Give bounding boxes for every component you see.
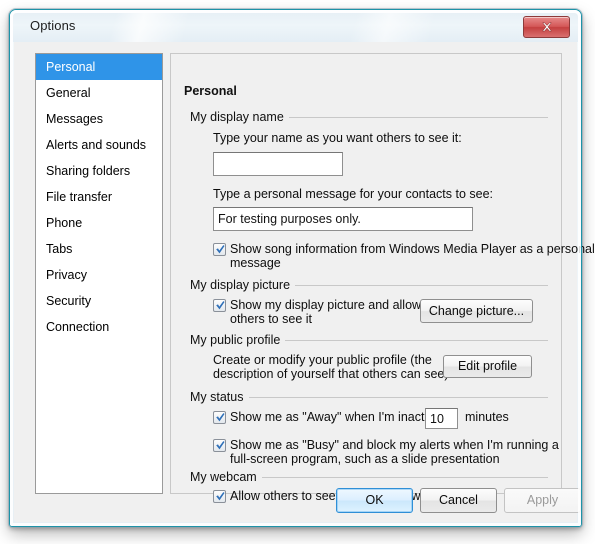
sidebar-item-messages[interactable]: Messages bbox=[36, 106, 162, 132]
sidebar-item-security[interactable]: Security bbox=[36, 288, 162, 314]
show-busy-label-line1: Show me as "Busy" and block my alerts wh… bbox=[230, 438, 559, 452]
group-title-my-display-picture: My display picture bbox=[190, 278, 296, 292]
sidebar-item-label: Phone bbox=[46, 216, 83, 230]
window-title: Options bbox=[30, 18, 76, 33]
sidebar-item-label: Tabs bbox=[46, 242, 73, 256]
apply-button: Apply bbox=[504, 488, 581, 513]
sidebar-item-general[interactable]: General bbox=[36, 80, 162, 106]
checkmark-icon bbox=[216, 245, 225, 254]
sidebar-item-phone[interactable]: Phone bbox=[36, 210, 162, 236]
sidebar-item-connection[interactable]: Connection bbox=[36, 314, 162, 340]
close-x-icon bbox=[541, 22, 552, 32]
personal-message-label: Type a personal message for your contact… bbox=[213, 187, 494, 201]
sidebar-item-label: Messages bbox=[46, 112, 103, 126]
sidebar-item-label: Security bbox=[46, 294, 92, 308]
public-profile-description-line1: Create or modify your public profile (th… bbox=[213, 353, 432, 367]
group-title-my-webcam: My webcam bbox=[190, 470, 262, 484]
show-display-picture-label-line1: Show my display picture and allow bbox=[230, 298, 422, 312]
checkmark-icon bbox=[216, 413, 225, 422]
title-bar[interactable]: Options bbox=[13, 13, 578, 42]
group-title-my-status: My status bbox=[190, 390, 249, 404]
sidebar-item-label: General bbox=[46, 86, 91, 100]
edit-profile-button[interactable]: Edit profile bbox=[443, 355, 532, 378]
dialog-button-bar: OK Cancel Apply bbox=[14, 480, 581, 522]
sidebar-item-label: Sharing folders bbox=[46, 164, 131, 178]
show-busy-checkbox[interactable] bbox=[213, 439, 226, 452]
group-title-my-public-profile: My public profile bbox=[190, 333, 286, 347]
sidebar-item-sharing-folders[interactable]: Sharing folders bbox=[36, 158, 162, 184]
ok-button[interactable]: OK bbox=[336, 488, 413, 513]
show-display-picture-checkbox[interactable] bbox=[213, 299, 226, 312]
show-song-info-label-line2: message bbox=[230, 256, 281, 270]
sidebar-item-privacy[interactable]: Privacy bbox=[36, 262, 162, 288]
close-button[interactable] bbox=[523, 16, 570, 38]
category-list[interactable]: Personal General Messages Alerts and sou… bbox=[35, 53, 163, 494]
group-title-my-display-name: My display name bbox=[190, 110, 289, 124]
show-song-info-checkbox[interactable] bbox=[213, 243, 226, 256]
show-display-picture-label-line2: others to see it bbox=[230, 312, 312, 326]
panel-title: Personal bbox=[180, 84, 241, 98]
show-song-info-label-line1: Show song information from Windows Media… bbox=[230, 242, 595, 256]
display-name-label: Type your name as you want others to see… bbox=[213, 131, 462, 145]
checkmark-icon bbox=[216, 441, 225, 450]
show-away-label: Show me as "Away" when I'm inactive : bbox=[230, 410, 448, 424]
public-profile-description-line2: description of yourself that others can … bbox=[213, 367, 449, 381]
sidebar-item-alerts-and-sounds[interactable]: Alerts and sounds bbox=[36, 132, 162, 158]
dialog-client-area: Personal General Messages Alerts and sou… bbox=[14, 42, 595, 522]
sidebar-item-tabs[interactable]: Tabs bbox=[36, 236, 162, 262]
checkmark-icon bbox=[216, 301, 225, 310]
personal-message-input[interactable] bbox=[213, 207, 473, 231]
show-busy-label-line2: full-screen program, such as a slide pre… bbox=[230, 452, 500, 466]
display-name-input[interactable] bbox=[213, 152, 343, 176]
sidebar-item-file-transfer[interactable]: File transfer bbox=[36, 184, 162, 210]
sidebar-item-personal[interactable]: Personal bbox=[36, 54, 162, 80]
desktop-background: Options Personal General Messages Alerts… bbox=[0, 0, 595, 544]
sidebar-item-label: Alerts and sounds bbox=[46, 138, 147, 152]
sidebar-item-label: File transfer bbox=[46, 190, 112, 204]
sidebar-item-label: Connection bbox=[46, 320, 110, 334]
cancel-button[interactable]: Cancel bbox=[420, 488, 497, 513]
change-picture-button[interactable]: Change picture... bbox=[420, 299, 533, 323]
sidebar-item-label: Personal bbox=[46, 60, 96, 74]
sidebar-item-label: Privacy bbox=[46, 268, 87, 282]
away-minutes-unit-label: minutes bbox=[465, 410, 509, 424]
show-away-checkbox[interactable] bbox=[213, 411, 226, 424]
away-minutes-input[interactable] bbox=[425, 408, 458, 429]
options-dialog-window: Options Personal General Messages Alerts… bbox=[9, 9, 595, 527]
